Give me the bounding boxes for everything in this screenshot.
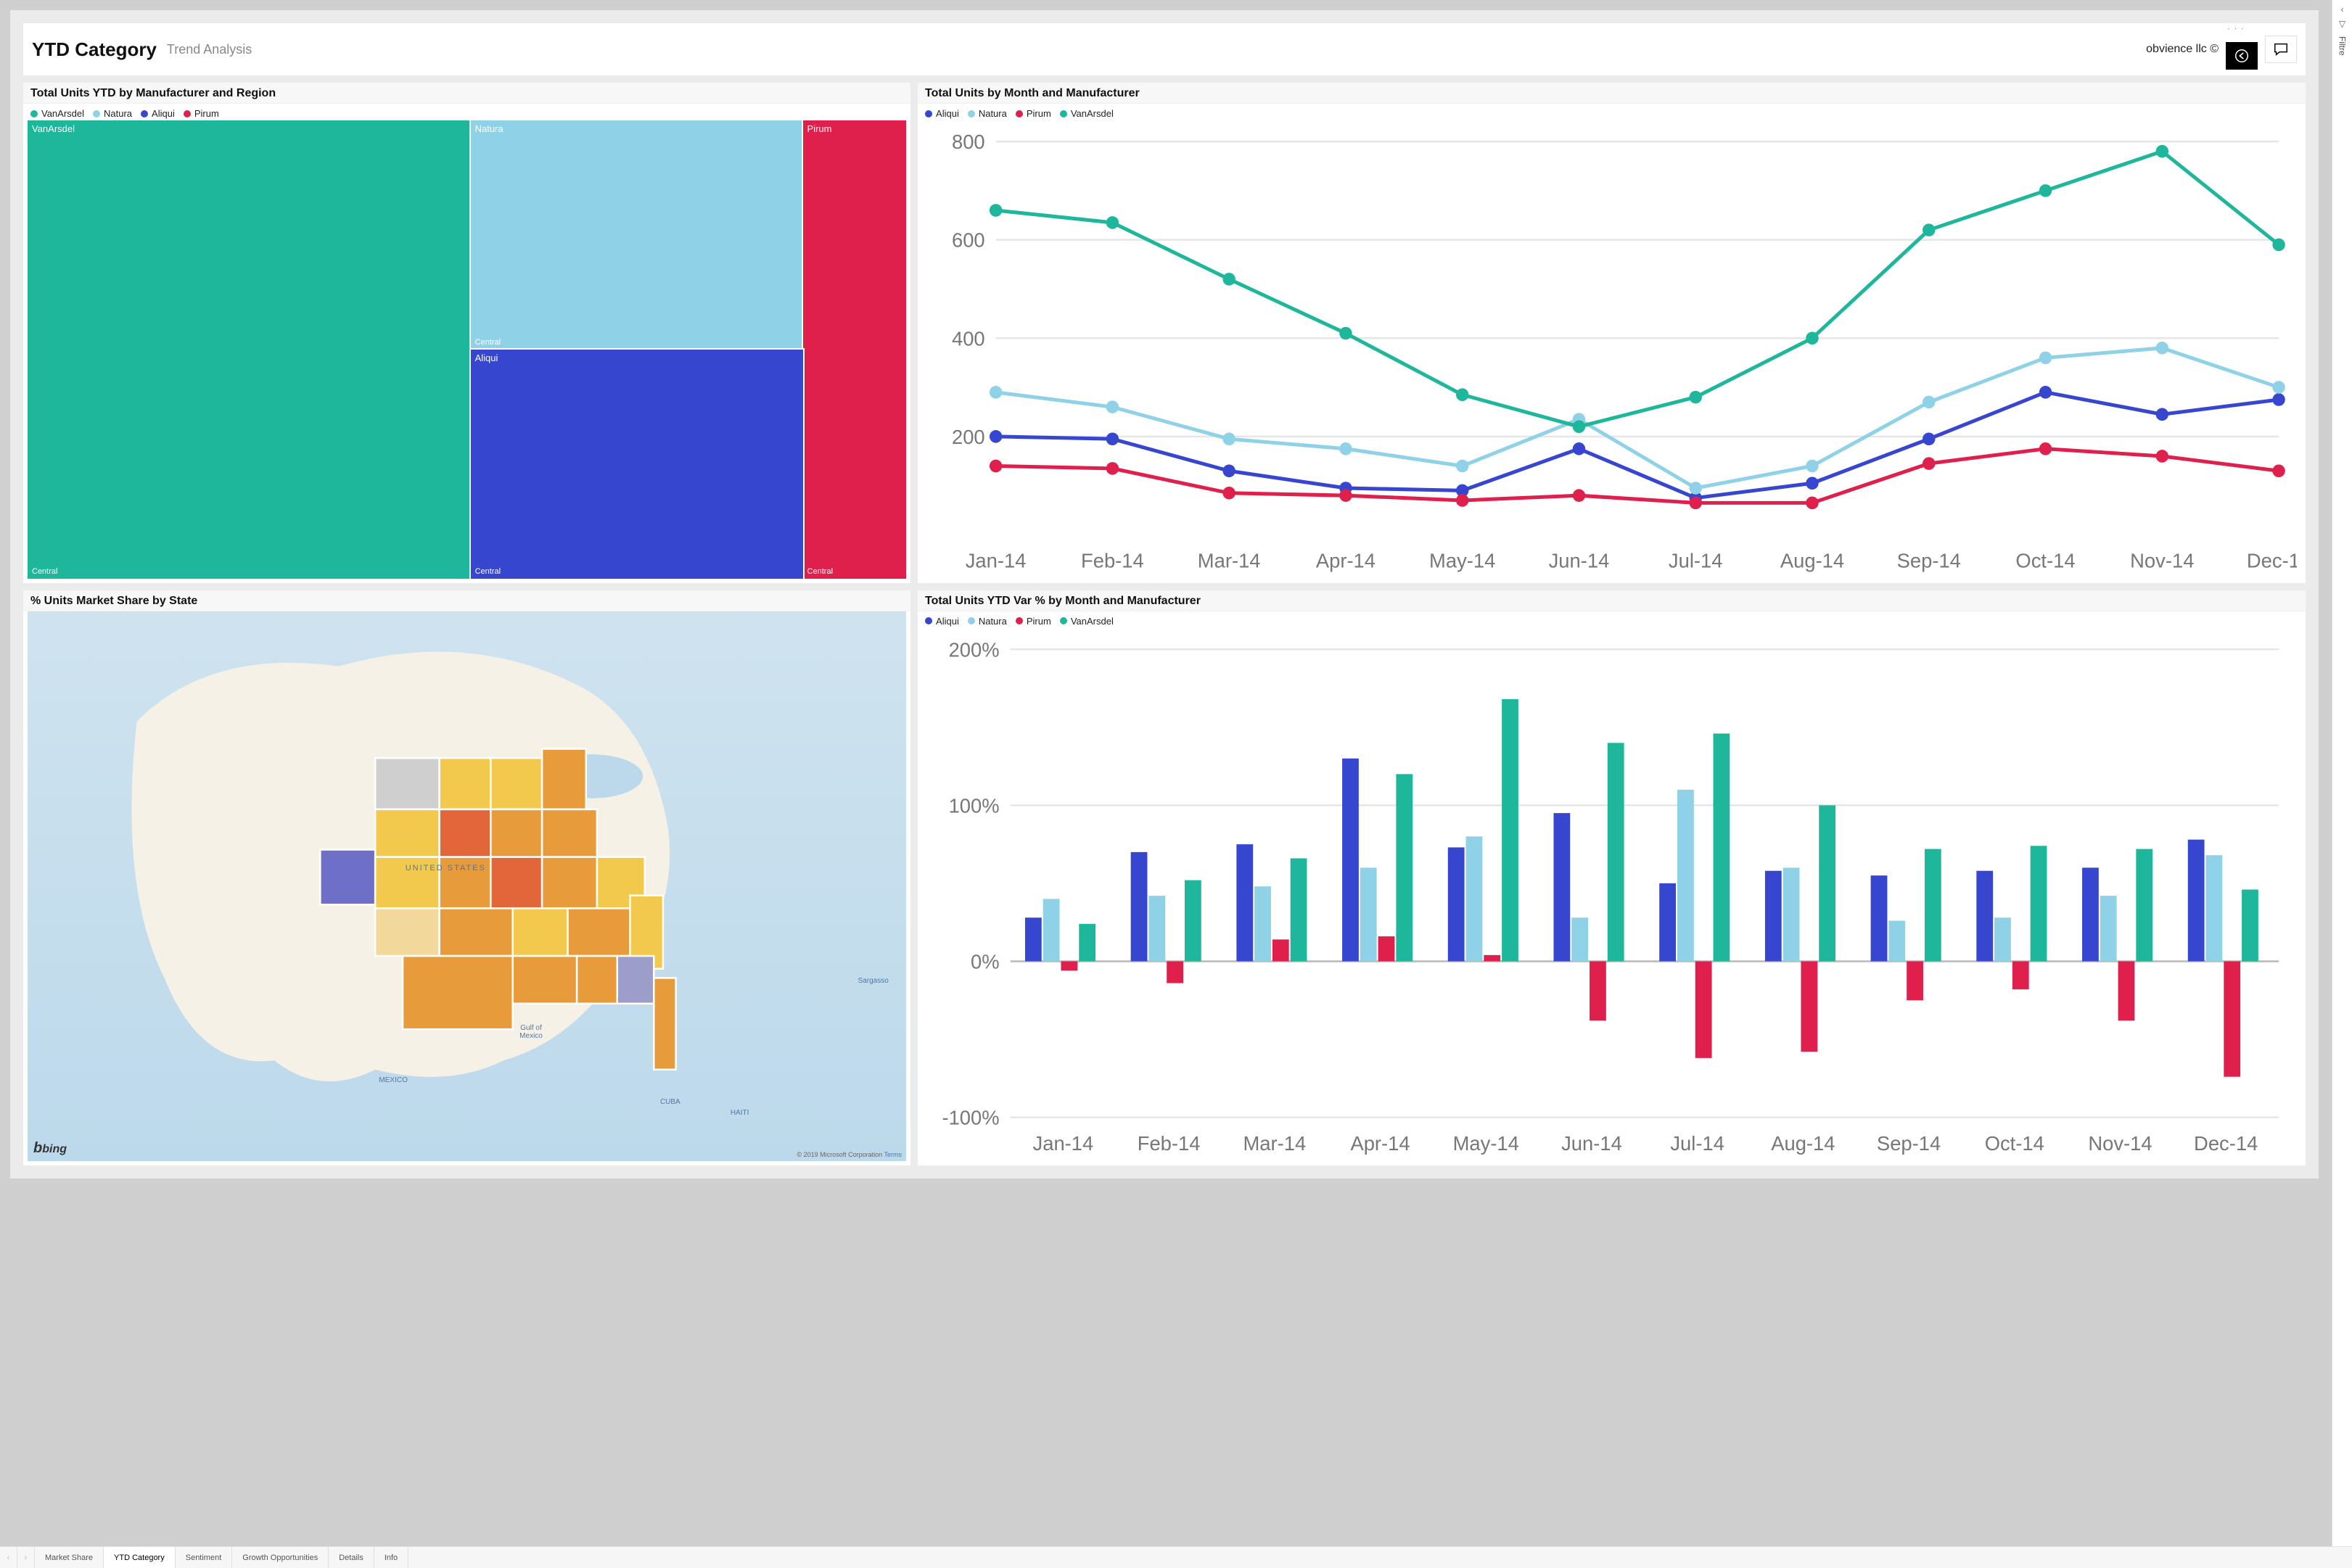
tab-info[interactable]: Info: [374, 1547, 408, 1568]
line-chart-tile[interactable]: Total Units by Month and Manufacturer Al…: [918, 83, 2306, 583]
bar-chart[interactable]: -100% 0% 100% 200% Jan-14 Feb-14 Mar-14 Apr-14 M…: [924, 631, 2297, 1161]
map-country-label: UNITED STATES: [406, 864, 486, 872]
svg-text:0%: 0%: [971, 950, 1000, 973]
svg-text:Feb-14: Feb-14: [1081, 550, 1144, 572]
legend-item[interactable]: Natura: [968, 108, 1007, 119]
svg-text:Jan-14: Jan-14: [1033, 1131, 1094, 1154]
page-subtitle: Trend Analysis: [167, 42, 252, 57]
legend-item[interactable]: Pirum: [1016, 616, 1051, 627]
svg-text:Feb-14: Feb-14: [1138, 1131, 1201, 1154]
svg-text:Jun-14: Jun-14: [1549, 550, 1610, 572]
map-title: % Units Market Share by State: [23, 590, 910, 611]
svg-text:Jul-14: Jul-14: [1669, 550, 1723, 572]
svg-text:-100%: -100%: [942, 1106, 999, 1128]
legend-item[interactable]: Aliqui: [925, 108, 959, 119]
map-cuba-label: CUBA: [660, 1098, 680, 1106]
map-sargasso-label: Sargasso: [858, 977, 889, 985]
map-tile[interactable]: % Units Market Share by State: [23, 590, 910, 1165]
legend-item[interactable]: Aliqui: [141, 108, 175, 119]
report-canvas: YTD Category Trend Analysis obvience llc…: [10, 10, 2319, 1179]
svg-text:May-14: May-14: [1429, 550, 1495, 572]
chevron-left-icon: ‹: [2341, 4, 2344, 15]
treemap-title: Total Units YTD by Manufacturer and Regi…: [23, 83, 910, 104]
svg-text:Oct-14: Oct-14: [2015, 550, 2075, 572]
svg-text:200: 200: [952, 426, 985, 448]
comment-button[interactable]: [2265, 36, 2297, 63]
svg-text:Aug-14: Aug-14: [1780, 550, 1844, 572]
tab-details[interactable]: Details: [329, 1547, 374, 1568]
svg-text:Dec-14: Dec-14: [2247, 550, 2297, 572]
page-title: YTD Category: [32, 38, 157, 61]
legend-item[interactable]: VanArsdel: [1060, 616, 1114, 627]
svg-text:Jul-14: Jul-14: [1670, 1131, 1724, 1154]
copyright-label: obvience llc ©: [2146, 43, 2219, 56]
tab-ytd-category[interactable]: YTD Category: [104, 1547, 176, 1568]
svg-text:600: 600: [952, 229, 985, 252]
tab-sentiment[interactable]: Sentiment: [176, 1547, 233, 1568]
svg-text:Oct-14: Oct-14: [1985, 1131, 2044, 1154]
more-options-icon[interactable]: · · ·: [2227, 23, 2245, 33]
svg-text:Aug-14: Aug-14: [1771, 1131, 1835, 1154]
svg-text:200%: 200%: [949, 638, 1000, 661]
svg-text:Jan-14: Jan-14: [966, 550, 1027, 572]
bar-chart-title: Total Units YTD Var % by Month and Manuf…: [918, 590, 2306, 611]
legend-item[interactable]: Aliqui: [925, 616, 959, 627]
svg-text:Mar-14: Mar-14: [1198, 550, 1261, 572]
map-terms-link[interactable]: Terms: [884, 1151, 902, 1158]
legend-item[interactable]: VanArsdel: [1060, 108, 1114, 119]
legend-item[interactable]: Pirum: [1016, 108, 1051, 119]
svg-text:Dec-14: Dec-14: [2194, 1131, 2258, 1154]
legend-item[interactable]: Natura: [93, 108, 132, 119]
map-haiti-label: HAITI: [731, 1109, 749, 1117]
bing-logo: bbing: [33, 1140, 67, 1157]
svg-text:Nov-14: Nov-14: [2088, 1131, 2152, 1154]
logo-button[interactable]: [2226, 42, 2258, 70]
legend-item[interactable]: Pirum: [184, 108, 219, 119]
map-mexico-label: MEXICO: [379, 1076, 407, 1084]
svg-text:Mar-14: Mar-14: [1243, 1131, 1306, 1154]
treemap-legend: VanArsdel Natura Aliqui Pirum: [23, 104, 910, 120]
page-tabs: ‹ › Market ShareYTD CategorySentimentGro…: [0, 1546, 2352, 1568]
svg-text:400: 400: [952, 327, 985, 350]
svg-text:800: 800: [952, 131, 985, 153]
report-header: YTD Category Trend Analysis obvience llc…: [23, 23, 2306, 75]
map-chart[interactable]: UNITED STATES MEXICO Gulf of Mexico CUBA…: [28, 611, 906, 1161]
bar-chart-tile[interactable]: Total Units YTD Var % by Month and Manuf…: [918, 590, 2306, 1165]
filter-pane-collapsed[interactable]: ‹ ▽ Filtre: [2332, 0, 2352, 1546]
tab-nav-prev[interactable]: ‹: [0, 1547, 17, 1568]
filter-pane-label: Filtre: [2337, 36, 2348, 56]
line-chart-legend: Aliqui Natura Pirum VanArsdel: [918, 104, 2306, 120]
map-gulf-label: Gulf of Mexico: [519, 1024, 543, 1040]
treemap-chart[interactable]: VanArsdelCentral NaturaCentral PirumCent…: [23, 120, 910, 583]
legend-item[interactable]: VanArsdel: [30, 108, 84, 119]
filter-icon: ▽: [2339, 19, 2345, 29]
line-chart[interactable]: 200 400 600 800 Jan-14 Feb-14 Mar-14 Apr-14 May-…: [924, 123, 2297, 579]
svg-text:Apr-14: Apr-14: [1316, 550, 1376, 572]
svg-text:Sep-14: Sep-14: [1877, 1131, 1941, 1154]
svg-text:Jun-14: Jun-14: [1561, 1131, 1622, 1154]
tab-market-share[interactable]: Market Share: [35, 1547, 104, 1568]
bar-chart-legend: Aliqui Natura Pirum VanArsdel: [918, 611, 2306, 628]
legend-item[interactable]: Natura: [968, 616, 1007, 627]
svg-text:Sep-14: Sep-14: [1897, 550, 1961, 572]
svg-text:May-14: May-14: [1453, 1131, 1519, 1154]
svg-text:Nov-14: Nov-14: [2130, 550, 2194, 572]
tab-nav-next[interactable]: ›: [17, 1547, 35, 1568]
svg-text:Apr-14: Apr-14: [1350, 1131, 1410, 1154]
svg-text:100%: 100%: [949, 794, 1000, 817]
treemap-tile[interactable]: Total Units YTD by Manufacturer and Regi…: [23, 83, 910, 583]
tab-growth-opportunities[interactable]: Growth Opportunities: [232, 1547, 329, 1568]
map-credit: © 2019 Microsoft Corporation Terms: [797, 1151, 902, 1158]
line-chart-title: Total Units by Month and Manufacturer: [918, 83, 2306, 104]
